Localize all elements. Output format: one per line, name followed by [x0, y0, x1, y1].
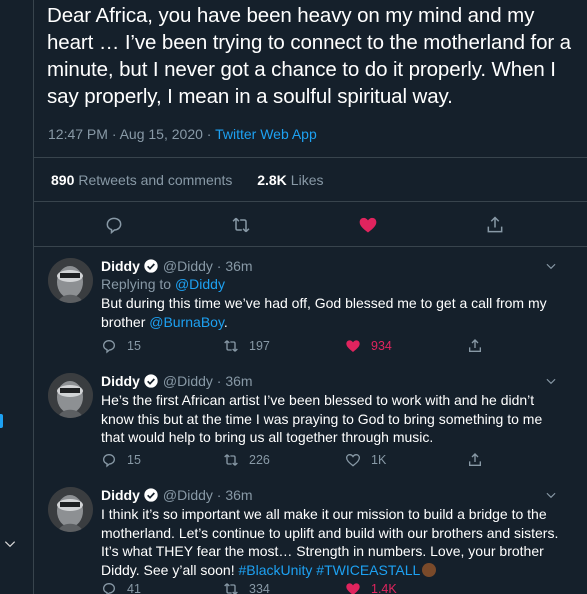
author-name[interactable]: Diddy — [101, 487, 140, 503]
retweet-icon — [232, 217, 250, 233]
like-count: 1.4K — [371, 582, 397, 594]
retweet-button[interactable]: 226 — [223, 452, 270, 468]
avatar[interactable] — [48, 373, 93, 418]
tweet-time: 12:47 PM · Aug 15, 2020 · — [48, 126, 216, 142]
retweets-stat[interactable]: 890 Retweets and comments — [51, 172, 232, 188]
avatar[interactable] — [48, 258, 93, 303]
reply-action-bar: 15 197 934 — [101, 338, 531, 356]
share-button[interactable] — [467, 338, 493, 354]
like-button[interactable]: 1K — [345, 452, 386, 468]
reply-button[interactable] — [101, 212, 127, 238]
reply-action-bar: 41 334 1.4K — [101, 581, 531, 594]
reply-icon — [102, 582, 116, 594]
reply-text: He’s the first African artist I’ve been … — [101, 392, 543, 445]
author-name[interactable]: Diddy — [101, 373, 140, 389]
replying-to: Replying to @Diddy — [101, 276, 225, 292]
reply-tweet[interactable]: Diddy @Diddy · 36m He’s the first Africa… — [34, 370, 587, 484]
like-button[interactable]: 934 — [345, 338, 392, 354]
retweet-count: 197 — [249, 339, 270, 353]
scroll-accent — [0, 414, 3, 428]
retweet-count: 226 — [249, 453, 270, 467]
reply-text: I think it’s so important we all make it… — [101, 506, 559, 578]
retweet-icon — [224, 340, 238, 352]
share-icon — [469, 453, 481, 466]
reply-icon — [106, 217, 122, 235]
retweet-button[interactable]: 197 — [223, 338, 270, 354]
share-button[interactable] — [482, 212, 508, 238]
like-count: 1K — [371, 453, 387, 467]
retweet-button[interactable] — [228, 212, 254, 238]
divider — [34, 201, 587, 202]
author-name[interactable]: Diddy — [101, 258, 140, 274]
reply-header: Diddy @Diddy · 36m — [101, 373, 253, 389]
reply-button[interactable]: 15 — [101, 452, 141, 468]
emoji-icon — [422, 562, 437, 577]
like-count: 934 — [371, 339, 392, 353]
like-icon — [346, 340, 360, 352]
left-gutter — [0, 0, 33, 594]
author-handle-time[interactable]: @Diddy · 36m — [163, 373, 253, 389]
tweet-source-link[interactable]: Twitter Web App — [215, 126, 317, 142]
reply-icon — [102, 339, 116, 354]
reply-count: 15 — [127, 339, 141, 353]
reply-header: Diddy @Diddy · 36m — [101, 487, 253, 503]
retweet-button[interactable]: 334 — [223, 581, 270, 594]
chevron-down-icon[interactable] — [544, 374, 558, 388]
like-icon — [345, 453, 361, 467]
reply-text: But during this time we’ve had off, God … — [101, 295, 547, 330]
share-icon — [487, 216, 503, 233]
tweet-stats: 890 Retweets and comments 2.8K Likes — [51, 172, 323, 188]
replying-to-link[interactable]: @Diddy — [175, 276, 225, 292]
like-button[interactable]: 1.4K — [345, 581, 397, 594]
mention-link[interactable]: @BurnaBoy — [149, 314, 224, 330]
reply-tweet[interactable]: Diddy @Diddy · 36m Replying to @Diddy Bu… — [34, 246, 587, 370]
retweet-count: 334 — [249, 582, 270, 594]
reply-button[interactable]: 41 — [101, 581, 141, 594]
divider — [34, 157, 587, 158]
verified-icon — [144, 374, 158, 388]
like-button[interactable] — [355, 212, 381, 238]
reply-tweet[interactable]: Diddy @Diddy · 36m I think it’s so impor… — [34, 484, 587, 594]
tweet-timestamp: 12:47 PM · Aug 15, 2020 · Twitter Web Ap… — [48, 126, 317, 142]
reply-header: Diddy @Diddy · 36m — [101, 258, 253, 274]
retweet-icon — [224, 583, 238, 594]
retweet-icon — [224, 454, 238, 466]
reply-icon — [102, 453, 116, 468]
hashtag-link[interactable]: #BlackUnity — [238, 562, 312, 578]
reply-action-bar: 15 226 1K — [101, 452, 531, 470]
chevron-down-icon[interactable] — [544, 259, 558, 273]
verified-icon — [144, 259, 158, 273]
like-icon — [359, 217, 377, 233]
likes-stat[interactable]: 2.8K Likes — [257, 172, 323, 188]
like-icon — [346, 583, 360, 594]
reply-button[interactable]: 15 — [101, 338, 141, 354]
tweet-text: Dear Africa, you have been heavy on my m… — [47, 4, 571, 108]
verified-icon — [144, 488, 158, 502]
chevron-down-icon[interactable] — [3, 537, 17, 551]
author-handle-time[interactable]: @Diddy · 36m — [163, 487, 253, 503]
chevron-down-icon[interactable] — [544, 488, 558, 502]
reply-count: 15 — [127, 453, 141, 467]
share-icon — [469, 339, 481, 352]
tweet-action-bar — [34, 212, 587, 238]
author-handle-time[interactable]: @Diddy · 36m — [163, 258, 253, 274]
hashtag-link[interactable]: #TWICEASTALL — [316, 562, 420, 578]
reply-count: 41 — [127, 582, 141, 594]
tweet-thread-page: Dear Africa, you have been heavy on my m… — [0, 0, 587, 594]
share-button[interactable] — [467, 452, 493, 468]
timeline-column: Dear Africa, you have been heavy on my m… — [33, 0, 587, 594]
avatar[interactable] — [48, 487, 93, 532]
